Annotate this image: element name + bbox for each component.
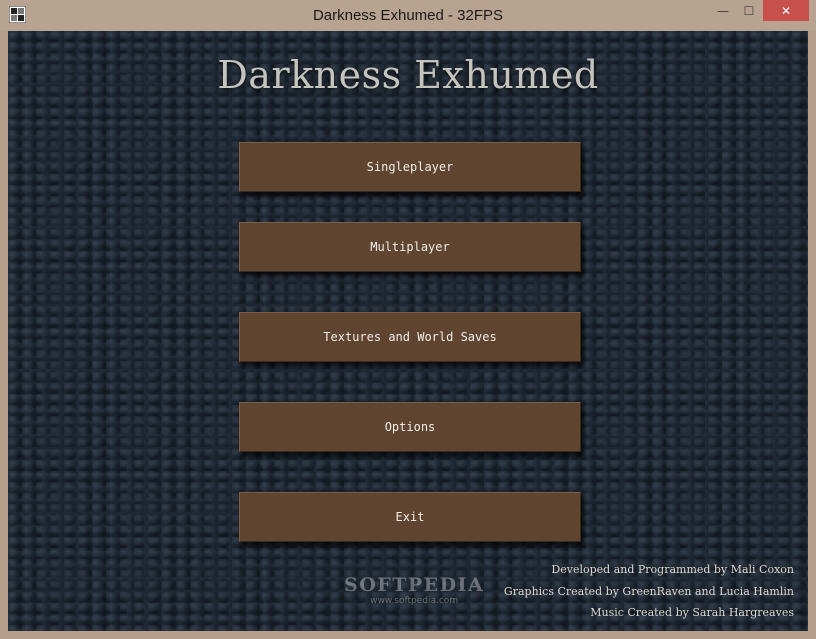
singleplayer-button[interactable]: Singleplayer [239,142,581,192]
exit-button[interactable]: Exit [239,492,581,542]
minimize-button[interactable]: — [710,0,736,21]
game-viewport: Darkness Exhumed Singleplayer Multiplaye… [8,31,808,631]
watermark-brand: SOFTPEDIA [344,574,485,596]
softpedia-watermark: SOFTPEDIA www.softpedia.com [344,574,484,606]
watermark-url: www.softpedia.com [370,596,459,606]
title-bar[interactable]: Darkness Exhumed - 32FPS — ☐ ✕ [0,0,816,31]
game-title: Darkness Exhumed [217,53,599,97]
maximize-icon: ☐ [743,3,755,18]
minimize-icon: — [717,3,729,18]
multiplayer-button[interactable]: Multiplayer [239,222,581,272]
textures-and-world-saves-button[interactable]: Textures and World Saves [239,312,581,362]
credit-graphics: Graphics Created by GreenRaven and Lucia… [503,584,794,598]
credits: Developed and Programmed by Mali Coxon G… [504,559,794,624]
window-title: Darkness Exhumed - 32FPS [312,7,504,24]
options-button[interactable]: Options [239,402,581,452]
maximize-button[interactable]: ☐ [736,0,762,21]
close-button[interactable]: ✕ [763,0,809,21]
credit-developer: Developed and Programmed by Mali Coxon [551,563,794,576]
credit-music: Music Created by Sarah Hargreaves [590,606,794,619]
close-icon: ✕ [780,3,792,18]
